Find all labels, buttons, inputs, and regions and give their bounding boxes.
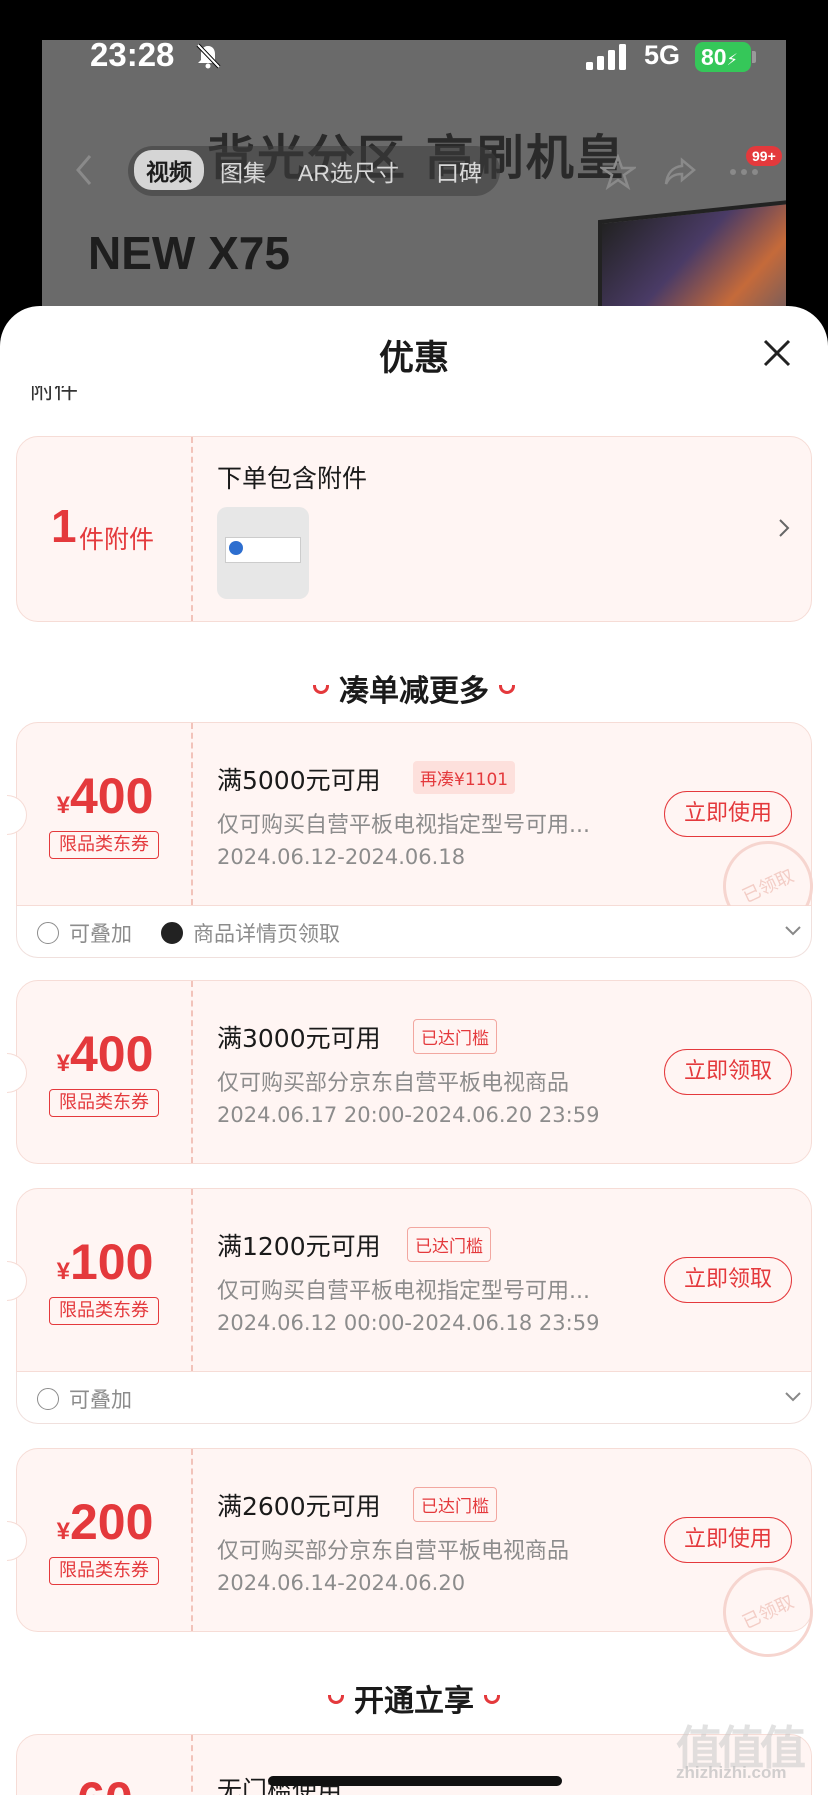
section-heading-more-discount: 凑单减更多 [0, 666, 828, 710]
chevron-down-icon[interactable] [783, 1390, 803, 1404]
coupon-validity: 2024.06.17 20:00-2024.06.20 23:59 [217, 1103, 600, 1127]
coupon-validity: 2024.06.14-2024.06.20 [217, 1571, 466, 1595]
smile-left-icon [313, 685, 329, 694]
section-title: 凑单减更多 [339, 674, 489, 709]
amount-value: 400 [69, 1026, 154, 1082]
coupon-type-tag: 限品类东券 [49, 1557, 159, 1585]
media-tab-bar: 视频 图集 AR选尺寸 口碑 [128, 146, 500, 196]
charging-icon: ⚡ [726, 52, 738, 69]
back-arrow-icon[interactable] [70, 152, 100, 188]
coupon-validity: 2024.06.12 00:00-2024.06.18 23:59 [217, 1311, 600, 1335]
coupon-card: ¥400 限品类东券 满3000元可用 已达门槛 仅可购买部分京东自营平板电视商… [7, 980, 812, 1164]
smile-left-icon [328, 1695, 344, 1704]
amount-value: 100 [69, 1234, 154, 1290]
stackable-label: 可叠加 [69, 922, 132, 946]
accessory-logo-graphic [229, 541, 243, 555]
claim-now-button[interactable]: 立即领取 [664, 1257, 792, 1303]
tab-video[interactable]: 视频 [134, 150, 204, 190]
smile-right-icon [484, 1695, 500, 1704]
section-label-accessory: 附件 [30, 386, 78, 402]
source-icon [161, 922, 183, 944]
accessory-title: 下单包含附件 [217, 464, 368, 493]
amount-value: 60 [77, 1772, 133, 1795]
coupon-footer[interactable]: 可叠加 [16, 1372, 812, 1424]
stackable-icon [37, 1388, 59, 1410]
accessory-card[interactable]: 1 件附件 下单包含附件 [16, 436, 812, 622]
coupon-card: ¥400 限品类东券 满5000元可用 再凑¥1101 仅可购买自营平板电视指定… [7, 722, 828, 946]
share-icon[interactable] [662, 154, 698, 190]
use-now-button[interactable]: 立即使用 [664, 1517, 792, 1563]
status-bar: 23:28 5G 80⚡ [0, 36, 828, 76]
coupon-amount: ¥100 [17, 1233, 193, 1291]
banner-model: NEW X75 [88, 227, 290, 279]
watermark-url: zhizhizhi.com [676, 1763, 787, 1782]
coupon-description: 仅可购买自营平板电视指定型号可用... [217, 1279, 590, 1304]
currency-symbol: ¥ [56, 1258, 70, 1285]
mute-bell-icon [196, 43, 221, 69]
network-type: 5G [644, 40, 681, 70]
product-nav-bar: 视频 图集 AR选尺寸 口碑 [0, 146, 828, 198]
chevron-down-icon[interactable] [783, 924, 803, 938]
coupon-description: 仅可购买部分京东自营平板电视商品 [217, 1539, 570, 1564]
close-icon[interactable] [760, 336, 794, 370]
coupon-amount: ¥400 [17, 1025, 193, 1083]
coupon-type-tag: 限品类东券 [49, 831, 159, 859]
accessory-thumbnail [217, 507, 309, 599]
coupon-amount: ¥200 [17, 1493, 193, 1551]
currency-symbol: ¥ [56, 792, 70, 819]
coupon-validity: 2024.06.12-2024.06.18 [217, 845, 466, 869]
claim-now-button[interactable]: 立即领取 [664, 1049, 792, 1095]
tab-gallery[interactable]: 图集 [220, 154, 266, 188]
claimed-stamp: 已领取 [708, 1552, 828, 1672]
coupon-threshold: 满2600元可用 [217, 1492, 381, 1521]
coupon-threshold: 满1200元可用 [217, 1232, 381, 1261]
coupon-threshold: 满3000元可用 [217, 1024, 381, 1053]
coupon-footer[interactable]: 可叠加 商品详情页领取 [16, 906, 812, 958]
coupon-type-tag: 限品类东券 [49, 1297, 159, 1325]
stackable-label: 可叠加 [69, 1388, 132, 1412]
coupon-card: ¥200 限品类东券 满2600元可用 已达门槛 仅可购买部分京东自营平板电视商… [7, 1448, 828, 1672]
home-indicator[interactable] [268, 1776, 562, 1786]
coupon-amount: ¥400 [17, 767, 193, 825]
battery-indicator: 80⚡ [695, 42, 751, 72]
coupon-card: ¥100 限品类东券 满1200元可用 已达门槛 仅可购买自营平板电视指定型号可… [7, 1188, 812, 1372]
coupon-source-label: 商品详情页领取 [193, 922, 340, 946]
coupon-amount: 60 [17, 1771, 193, 1795]
tab-ar-size[interactable]: AR选尺寸 [298, 154, 399, 188]
coupon-status-badge: 已达门槛 [413, 1487, 497, 1522]
battery-tip [752, 51, 756, 63]
use-now-button[interactable]: 立即使用 [664, 791, 792, 837]
coupon-threshold: 满5000元可用 [217, 766, 381, 795]
coupon-type-tag: 限品类东券 [49, 1089, 159, 1117]
stackable-icon [37, 922, 59, 944]
coupon-status-badge: 已达门槛 [413, 1019, 497, 1054]
sheet-title: 优惠 [378, 339, 449, 379]
coupon-description: 仅可购买自营平板电视指定型号可用... [217, 813, 590, 838]
message-badge: 99+ [746, 146, 782, 166]
battery-level: 80 [701, 44, 727, 70]
favorite-star-icon[interactable] [600, 154, 636, 190]
coupon-description: 仅可购买部分京东自营平板电视商品 [217, 1071, 570, 1096]
coupon-sheet: 优惠 附件 1 件附件 下单包含附件 凑单减更多 ¥400 限品类东券 满500… [0, 306, 828, 1795]
currency-symbol: ¥ [56, 1050, 70, 1077]
currency-symbol: ¥ [56, 1518, 70, 1545]
section-title: 开通立享 [354, 1684, 474, 1719]
tab-reviews[interactable]: 口碑 [436, 154, 482, 188]
chevron-right-icon [779, 519, 790, 537]
signal-icon [586, 44, 626, 70]
product-page-background: 背光分区 高刷机皇 NEW X75 23:28 5G 80⚡ 视频 图集 AR选… [0, 0, 828, 340]
coupon-status-badge: 再凑¥1101 [413, 761, 516, 794]
accessory-unit: 件附件 [79, 526, 155, 554]
amount-value: 200 [69, 1494, 154, 1550]
status-time: 23:28 [90, 36, 175, 73]
amount-value: 400 [69, 768, 154, 824]
smile-right-icon [499, 685, 515, 694]
coupon-status-badge: 已达门槛 [407, 1227, 491, 1262]
accessory-count: 1 [51, 500, 77, 552]
